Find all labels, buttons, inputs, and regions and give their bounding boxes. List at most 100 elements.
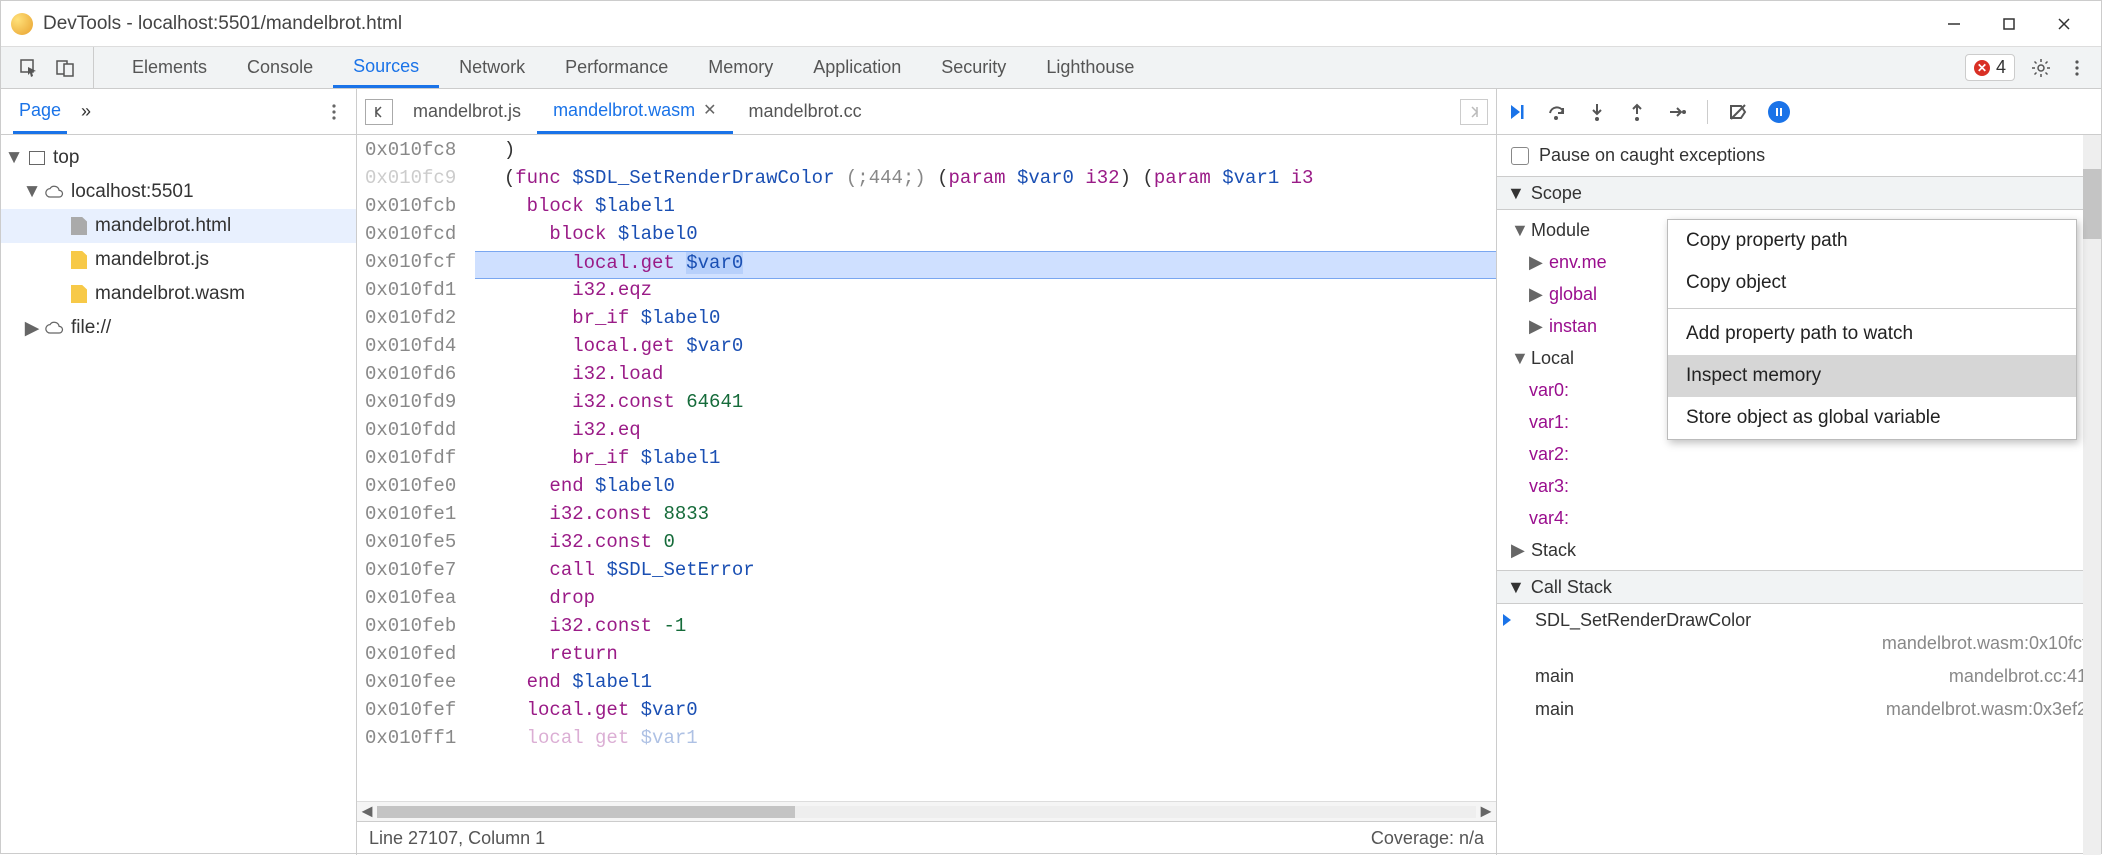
code-area[interactable]: 0x010fc80x010fc90x010fcb0x010fcd0x010fcf… xyxy=(357,135,1496,801)
window-minimize-button[interactable] xyxy=(1926,1,1981,47)
gutter-address[interactable]: 0x010fed xyxy=(357,643,475,671)
gutter-address[interactable]: 0x010fe7 xyxy=(357,559,475,587)
gutter-address[interactable]: 0x010ff1 xyxy=(357,727,475,755)
scope-section-header[interactable]: ▼Scope xyxy=(1497,176,2101,210)
scope-local-item[interactable]: var4: xyxy=(1497,502,2101,534)
context-menu-item[interactable]: Store object as global variable xyxy=(1668,397,2076,439)
code-line: local.get $var0 xyxy=(475,251,1496,279)
context-menu: Copy property pathCopy object Add propert… xyxy=(1667,219,2077,440)
gutter-address[interactable]: 0x010fd2 xyxy=(357,307,475,335)
gutter-address[interactable]: 0x010fe5 xyxy=(357,531,475,559)
tree-file[interactable]: mandelbrot.html xyxy=(1,209,356,243)
context-menu-item[interactable]: Copy object xyxy=(1668,262,2076,304)
editor-nav-back-icon[interactable] xyxy=(365,99,393,125)
panel-tab-memory[interactable]: Memory xyxy=(688,47,793,88)
context-menu-item[interactable]: Copy property path xyxy=(1668,220,2076,262)
scope-item-label: var3: xyxy=(1529,476,1569,497)
deactivate-breakpoints-icon[interactable] xyxy=(1728,102,1748,122)
gutter-address[interactable]: 0x010fd9 xyxy=(357,391,475,419)
scope-stack[interactable]: ▶Stack xyxy=(1497,534,2101,566)
inspect-element-icon[interactable] xyxy=(19,58,39,78)
gutter-address[interactable]: 0x010fcf xyxy=(357,251,475,279)
scope-local-item[interactable]: var2: xyxy=(1497,438,2101,470)
gutter-address[interactable]: 0x010fee xyxy=(357,671,475,699)
step-into-icon[interactable] xyxy=(1587,102,1607,122)
callstack-frame[interactable]: mainmandelbrot.wasm:0x3ef2 xyxy=(1497,693,2101,726)
step-out-icon[interactable] xyxy=(1627,102,1647,122)
navigator-more-tabs[interactable]: » xyxy=(81,101,91,122)
gutter-address[interactable]: 0x010fd6 xyxy=(357,363,475,391)
gutter-address[interactable]: 0x010fe1 xyxy=(357,503,475,531)
kebab-menu-icon[interactable] xyxy=(2067,58,2087,78)
editor-status-bar: Line 27107, Column 1 Coverage: n/a xyxy=(357,821,1496,855)
tree-top-frame[interactable]: ▼ top xyxy=(1,141,356,175)
editor-tab[interactable]: mandelbrot.wasm✕ xyxy=(537,89,732,134)
editor-nav-fwd-icon[interactable] xyxy=(1460,99,1488,125)
gutter-address[interactable]: 0x010fcd xyxy=(357,223,475,251)
window-maximize-button[interactable] xyxy=(1981,1,2036,47)
gutter-address[interactable]: 0x010fdd xyxy=(357,419,475,447)
sources-editor: mandelbrot.js mandelbrot.wasm✕mandelbrot.… xyxy=(357,89,1497,855)
panel-tab-network[interactable]: Network xyxy=(439,47,545,88)
pause-caught-exceptions-row[interactable]: Pause on caught exceptions xyxy=(1497,135,2101,176)
navigator-page-tab[interactable]: Page xyxy=(13,89,67,134)
editor-tab-label: mandelbrot.js xyxy=(413,101,521,122)
frame-location: mandelbrot.cc:41 xyxy=(1949,666,2087,687)
step-over-icon[interactable] xyxy=(1547,102,1567,122)
tree-file-label: mandelbrot.wasm xyxy=(95,283,245,305)
panel-tab-performance[interactable]: Performance xyxy=(545,47,688,88)
gutter-address[interactable]: 0x010fdf xyxy=(357,447,475,475)
window-close-button[interactable] xyxy=(2036,1,2091,47)
gutter-address[interactable]: 0x010fd1 xyxy=(357,279,475,307)
scope-item-label: global xyxy=(1549,284,1597,305)
frame-function: SDL_SetRenderDrawColor xyxy=(1511,610,2087,631)
panel-tab-sources[interactable]: Sources xyxy=(333,47,439,88)
panel-tab-elements[interactable]: Elements xyxy=(112,47,227,88)
code-line: br_if $label0 xyxy=(475,307,1496,335)
callstack-frame[interactable]: mainmandelbrot.cc:41 xyxy=(1497,660,2101,693)
callstack-section-header[interactable]: ▼Call Stack xyxy=(1497,570,2101,604)
code-line: block $label0 xyxy=(475,223,1496,251)
panel-tab-lighthouse[interactable]: Lighthouse xyxy=(1026,47,1154,88)
tree-top-label: top xyxy=(53,147,79,169)
code-line: i32.const 0 xyxy=(475,531,1496,559)
code-gutter: 0x010fc80x010fc90x010fcb0x010fcd0x010fcf… xyxy=(357,135,475,801)
tree-host[interactable]: ▼ localhost:5501 xyxy=(1,175,356,209)
panel-tab-security[interactable]: Security xyxy=(921,47,1026,88)
scope-local-item[interactable]: var3: xyxy=(1497,470,2101,502)
pause-caught-checkbox[interactable] xyxy=(1511,147,1529,165)
frame-location: mandelbrot.wasm:0x10fcf xyxy=(1511,633,2087,654)
pause-on-exceptions-icon[interactable] xyxy=(1768,101,1790,123)
scope-item-label: var1: xyxy=(1529,412,1569,433)
debugger-vertical-scrollbar[interactable] xyxy=(2083,135,2101,855)
editor-tab[interactable]: mandelbrot.js xyxy=(397,89,537,134)
gutter-address[interactable]: 0x010feb xyxy=(357,615,475,643)
gutter-address[interactable]: 0x010fe0 xyxy=(357,475,475,503)
code-line: end $label1 xyxy=(475,671,1496,699)
panel-tab-console[interactable]: Console xyxy=(227,47,333,88)
navigator-kebab-icon[interactable] xyxy=(324,102,344,122)
context-menu-item[interactable]: Add property path to watch xyxy=(1668,313,2076,355)
callstack-frame[interactable]: SDL_SetRenderDrawColormandelbrot.wasm:0x… xyxy=(1497,604,2101,660)
context-menu-item[interactable]: Inspect memory xyxy=(1668,355,2076,397)
step-icon[interactable] xyxy=(1667,102,1687,122)
gutter-address[interactable]: 0x010fef xyxy=(357,699,475,727)
panel-tab-application[interactable]: Application xyxy=(793,47,921,88)
call-stack-list: SDL_SetRenderDrawColormandelbrot.wasm:0x… xyxy=(1497,604,2101,726)
gutter-address[interactable]: 0x010fc8 xyxy=(357,139,475,167)
settings-gear-icon[interactable] xyxy=(2031,58,2051,78)
tree-file[interactable]: mandelbrot.js xyxy=(1,243,356,277)
gutter-address[interactable]: 0x010fd4 xyxy=(357,335,475,363)
error-count-badge[interactable]: ✕ 4 xyxy=(1965,54,2015,81)
gutter-address[interactable]: 0x010fea xyxy=(357,587,475,615)
tree-file-scheme[interactable]: ▶ file:// xyxy=(1,311,356,345)
gutter-address[interactable]: 0x010fcb xyxy=(357,195,475,223)
tree-file[interactable]: mandelbrot.wasm xyxy=(1,277,356,311)
close-tab-icon[interactable]: ✕ xyxy=(703,100,716,120)
editor-horizontal-scrollbar[interactable]: ◄► xyxy=(357,801,1496,821)
resume-script-icon[interactable] xyxy=(1507,102,1527,122)
editor-tab[interactable]: mandelbrot.cc xyxy=(733,89,878,134)
device-toolbar-icon[interactable] xyxy=(55,58,75,78)
scope-stack-label: Stack xyxy=(1531,540,1576,561)
gutter-address[interactable]: 0x010fc9 xyxy=(357,167,475,195)
